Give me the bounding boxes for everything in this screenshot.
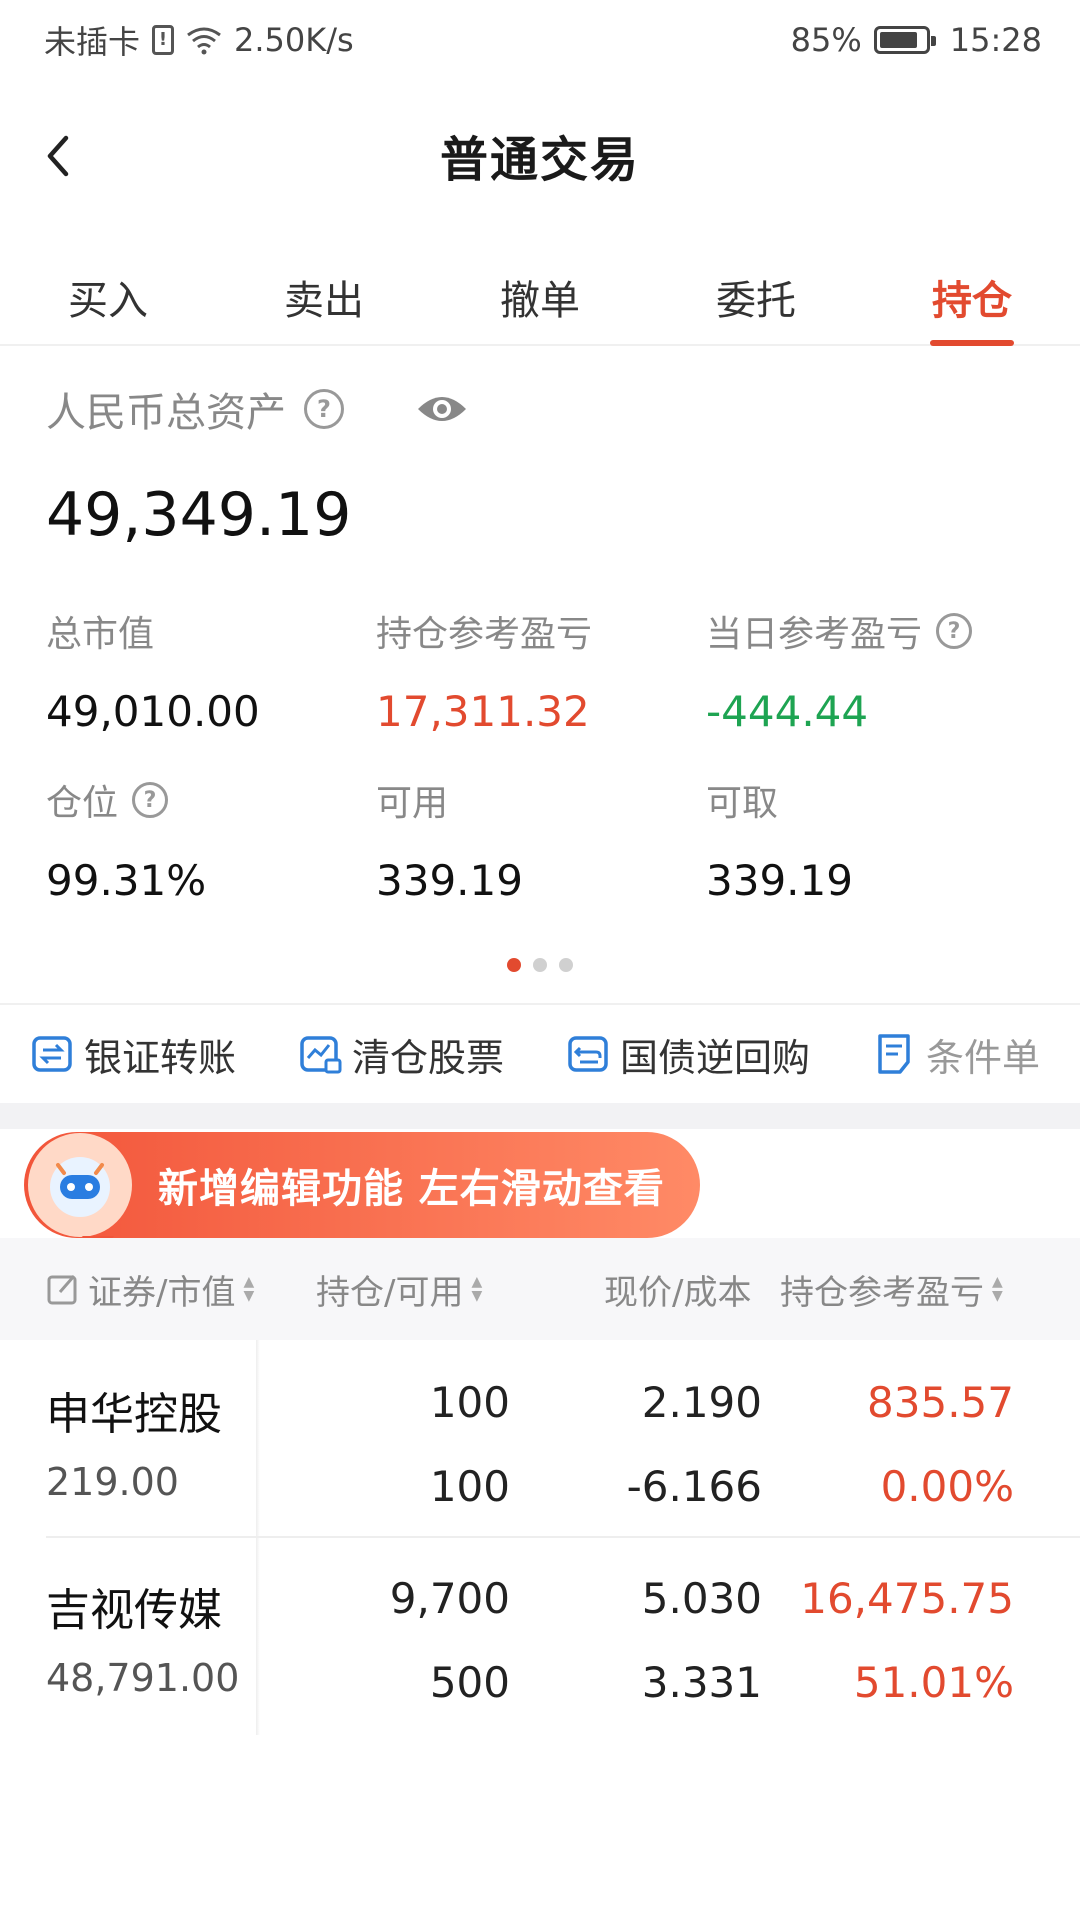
position-pnl: 835.57 (867, 1378, 1014, 1427)
sim-alert-icon: ! (152, 25, 175, 55)
stat-value: -444.44 (706, 687, 869, 736)
tab-orders[interactable]: 委托 (648, 250, 864, 344)
header-label: 现价/成本 (604, 1272, 752, 1313)
bank-transfer-button[interactable]: 银证转账 (30, 1027, 236, 1082)
feature-tip-banner[interactable]: 新增编辑功能 左右滑动查看 (24, 1132, 700, 1256)
cost-price: -6.166 (626, 1462, 762, 1511)
header-price[interactable]: 现价/成本 (604, 1265, 751, 1314)
clear-stock-button[interactable]: 清仓股票 (298, 1027, 504, 1082)
stat-value: 99.31% (46, 856, 207, 905)
page-indicator (0, 958, 1080, 972)
page-dot (533, 958, 547, 972)
stat-label: 持仓参考盈亏 (376, 614, 593, 655)
sort-icon: ▲ ▼ (992, 1274, 1003, 1304)
security-name: 吉视传媒 (46, 1585, 222, 1636)
quick-actions-bar: 银证转账 清仓股票 国债逆回购 条件单 (0, 1003, 1080, 1103)
sort-icon: ▲ ▼ (471, 1274, 483, 1304)
stat-value: 17,311.32 (376, 687, 590, 736)
battery-percent: 85% (790, 21, 862, 59)
total-assets-value: 49,349.19 (46, 480, 352, 550)
positions-table-header: 证券/市值 ▲ ▼ 持仓/可用 ▲ ▼ 现价/成本 持仓参考盈亏 ▲ ▼ (0, 1238, 1080, 1340)
header-pnl[interactable]: 持仓参考盈亏 ▲ ▼ (780, 1265, 1003, 1314)
market-value: 48,791.00 (46, 1656, 240, 1700)
reverse-repo-button[interactable]: 国债逆回购 (566, 1027, 810, 1082)
clock: 15:28 (949, 21, 1042, 59)
network-speed: 2.50K/s (234, 21, 354, 59)
back-arrow-icon[interactable] (30, 126, 90, 186)
carrier-text: 未插卡 (44, 23, 141, 61)
header-label: 持仓/可用 (316, 1272, 464, 1313)
section-divider (0, 1103, 1080, 1129)
market-value: 219.00 (46, 1460, 179, 1504)
quick-action-label: 银证转账 (84, 1035, 237, 1080)
page-dot (559, 958, 573, 972)
quick-action-label: 条件单 (926, 1035, 1041, 1080)
asset-stats-grid: 总市值 49,010.00 持仓参考盈亏 17,311.32 当日参考盈亏 ? … (46, 605, 1046, 905)
available-qty: 500 (429, 1658, 510, 1707)
sort-icon: ▲ ▼ (243, 1274, 255, 1304)
stat-position-ratio: 仓位 ? 99.31% (46, 774, 376, 905)
stat-market-value: 总市值 49,010.00 (46, 605, 376, 736)
table-row[interactable]: 申华控股 219.00 100 100 2.190 -6.166 835.57 … (0, 1342, 1080, 1538)
tab-cancel-order[interactable]: 撤单 (432, 250, 648, 344)
wifi-icon (187, 27, 221, 55)
status-right: 85% 15:28 (791, 21, 1042, 59)
position-pnl-percent: 0.00% (880, 1462, 1014, 1511)
current-price: 2.190 (641, 1378, 762, 1427)
stat-label: 总市值 (46, 614, 155, 655)
header-label: 持仓参考盈亏 (780, 1272, 984, 1313)
stat-label: 当日参考盈亏 (706, 614, 923, 655)
available-qty: 100 (429, 1462, 510, 1511)
stat-value: 339.19 (376, 856, 523, 905)
total-assets-label: 人民币总资产 (46, 390, 286, 436)
table-row[interactable]: 吉视传媒 48,791.00 9,700 500 5.030 3.331 16,… (0, 1538, 1080, 1734)
header-label: 证券/市值 (88, 1272, 236, 1313)
trade-tabs: 买入 卖出 撤单 委托 持仓 (0, 250, 1080, 346)
page-title: 普通交易 (439, 132, 640, 188)
stat-label: 可用 (376, 783, 449, 824)
stat-value: 49,010.00 (46, 687, 260, 736)
stat-label: 可取 (706, 783, 779, 824)
battery-level (879, 32, 918, 48)
status-left: 未插卡 ! 2.50K/s (44, 17, 354, 63)
header-security[interactable]: 证券/市值 ▲ ▼ (46, 1265, 254, 1314)
quick-action-label: 清仓股票 (352, 1035, 505, 1080)
current-price: 5.030 (641, 1574, 762, 1623)
header: 普通交易 (0, 100, 1080, 210)
help-icon[interactable]: ? (132, 782, 169, 818)
total-assets-label-row: 人民币总资产 ? (46, 380, 468, 438)
banner-text: 新增编辑功能 左右滑动查看 (158, 1166, 665, 1212)
status-bar: 未插卡 ! 2.50K/s 85% 15:28 (0, 0, 1080, 80)
help-icon[interactable]: ? (936, 613, 973, 649)
tab-positions[interactable]: 持仓 (864, 250, 1080, 346)
position-pnl: 16,475.75 (800, 1574, 1014, 1623)
condition-order-icon (878, 1034, 910, 1074)
tab-buy[interactable]: 买入 (0, 250, 216, 344)
security-name: 申华控股 (46, 1389, 222, 1440)
eye-icon[interactable] (416, 391, 468, 427)
robot-mascot-icon (28, 1133, 132, 1237)
repo-icon (568, 1036, 608, 1072)
quick-action-label: 国债逆回购 (620, 1035, 811, 1080)
page-dot (507, 958, 521, 972)
stat-available: 可用 339.19 (376, 774, 706, 905)
condition-order-button[interactable]: 条件单 (872, 1027, 1040, 1082)
stat-position-pnl: 持仓参考盈亏 17,311.32 (376, 605, 706, 736)
stat-withdrawable: 可取 339.19 (706, 774, 1036, 905)
help-icon[interactable]: ? (304, 389, 344, 429)
battery-icon (873, 26, 936, 54)
position-qty: 9,700 (389, 1574, 510, 1623)
stat-label: 仓位 (46, 783, 119, 824)
chart-clear-icon (300, 1036, 342, 1074)
position-qty: 100 (429, 1378, 510, 1427)
tab-sell[interactable]: 卖出 (216, 250, 432, 344)
stat-daily-pnl: 当日参考盈亏 ? -444.44 (706, 605, 1036, 736)
transfer-icon (32, 1036, 72, 1072)
header-position[interactable]: 持仓/可用 ▲ ▼ (316, 1265, 482, 1314)
cost-price: 3.331 (641, 1658, 762, 1707)
edit-icon[interactable] (46, 1272, 80, 1306)
position-pnl-percent: 51.01% (853, 1658, 1014, 1707)
stat-value: 339.19 (706, 856, 853, 905)
